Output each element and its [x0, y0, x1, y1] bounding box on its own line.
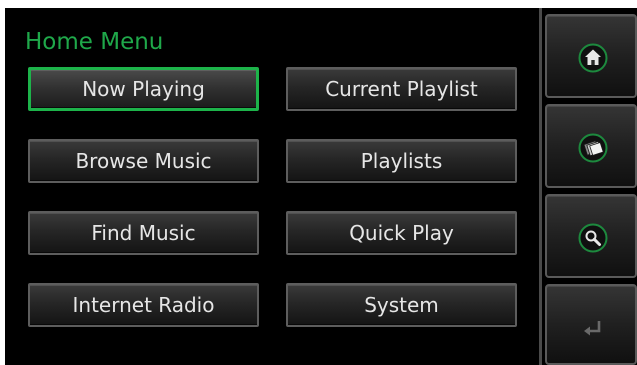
home-button[interactable] [545, 14, 637, 98]
albums-button[interactable] [545, 104, 637, 188]
albums-icon [578, 133, 608, 163]
playlists-button[interactable]: Playlists [286, 139, 517, 183]
internet-radio-button[interactable]: Internet Radio [28, 283, 259, 327]
home-icon [578, 43, 608, 73]
sidebar-divider [539, 8, 542, 365]
page-title: Home Menu [25, 29, 164, 55]
search-button[interactable] [545, 194, 637, 278]
now-playing-button[interactable]: Now Playing [28, 67, 259, 111]
system-button[interactable]: System [286, 283, 517, 327]
quick-play-button[interactable]: Quick Play [286, 211, 517, 255]
browse-music-button[interactable]: Browse Music [28, 139, 259, 183]
current-playlist-button[interactable]: Current Playlist [286, 67, 517, 111]
back-arrow-icon [584, 321, 601, 336]
back-button[interactable] [545, 284, 637, 365]
search-icon [578, 223, 608, 253]
home-menu-screen: Home Menu Now Playing Current Playlist B… [5, 8, 637, 365]
find-music-button[interactable]: Find Music [28, 211, 259, 255]
